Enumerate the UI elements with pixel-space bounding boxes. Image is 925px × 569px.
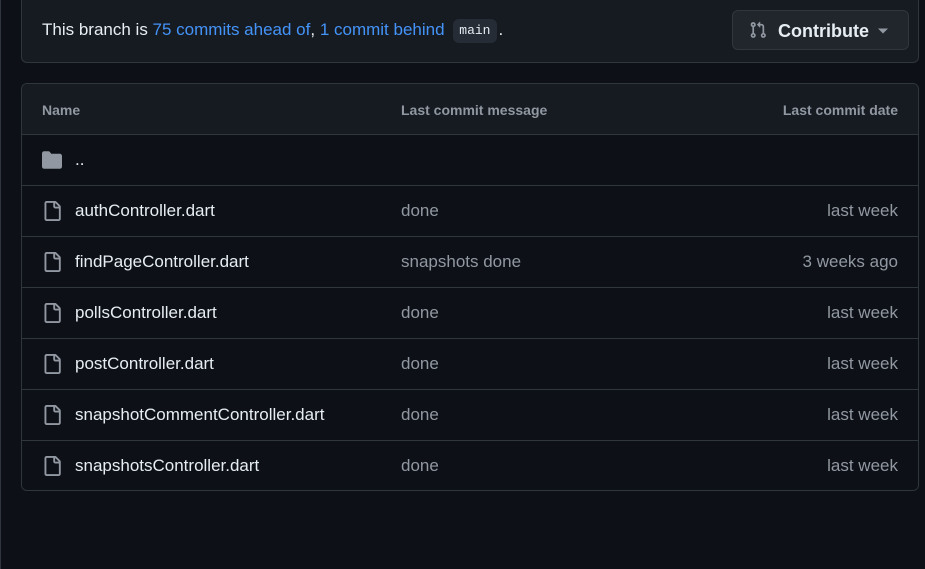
commit-message-link[interactable]: done: [401, 354, 439, 374]
branch-status-prefix: This branch is: [42, 20, 153, 39]
file-row[interactable]: snapshotCommentController.dart done last…: [22, 390, 918, 441]
file-name-link[interactable]: postController.dart: [75, 354, 214, 374]
git-pull-request-icon: [750, 21, 766, 38]
commits-behind-link[interactable]: 1 commit behind: [320, 20, 445, 39]
file-row[interactable]: snapshotsController.dart done last week: [22, 441, 918, 490]
file-name-link[interactable]: authController.dart: [75, 201, 215, 221]
commit-message-link[interactable]: done: [401, 456, 439, 476]
commits-ahead-link[interactable]: 75 commits ahead of: [153, 20, 311, 39]
file-row[interactable]: postController.dart done last week: [22, 339, 918, 390]
commit-date: last week: [827, 303, 898, 322]
file-icon: [44, 456, 61, 476]
page-left-border: [0, 0, 1, 569]
commit-message-link[interactable]: snapshots done: [401, 252, 521, 272]
file-name-link[interactable]: snapshotsController.dart: [75, 456, 259, 476]
commit-date: last week: [827, 201, 898, 220]
contribute-button[interactable]: Contribute: [732, 10, 909, 50]
file-name-link[interactable]: findPageController.dart: [75, 252, 249, 272]
folder-icon: [42, 151, 62, 169]
branch-status-suffix: .: [498, 20, 504, 39]
file-icon: [44, 354, 61, 374]
commit-message-link[interactable]: done: [401, 303, 439, 323]
column-header-name: Name: [42, 102, 81, 118]
table-header: Name Last commit message Last commit dat…: [22, 84, 918, 135]
branch-status-separator: ,: [310, 20, 320, 39]
commit-message-link[interactable]: done: [401, 405, 439, 425]
parent-directory-link[interactable]: ..: [75, 150, 84, 170]
file-name-link[interactable]: snapshotCommentController.dart: [75, 405, 324, 425]
commit-message-link[interactable]: done: [401, 201, 439, 221]
branch-status-banner: This branch is 75 commits ahead of, 1 co…: [21, 0, 919, 63]
file-row[interactable]: authController.dart done last week: [22, 186, 918, 237]
commit-date: last week: [827, 354, 898, 373]
column-header-last-commit-message: Last commit message: [401, 102, 548, 118]
file-icon: [44, 252, 61, 272]
column-header-last-commit-date: Last commit date: [782, 102, 898, 118]
file-row[interactable]: pollsController.dart done last week: [22, 288, 918, 339]
commit-date: 3 weeks ago: [802, 252, 898, 271]
commit-date: last week: [827, 405, 898, 424]
file-name-link[interactable]: pollsController.dart: [75, 303, 217, 323]
commit-date: last week: [827, 456, 898, 475]
base-branch-chip: main: [453, 19, 497, 43]
triangle-down-icon: [878, 28, 888, 34]
contribute-button-label: Contribute: [778, 21, 869, 41]
branch-status-text: This branch is 75 commits ahead of, 1 co…: [42, 19, 503, 43]
file-icon: [44, 405, 61, 425]
file-row[interactable]: findPageController.dart snapshots done 3…: [22, 237, 918, 288]
file-listing-table: Name Last commit message Last commit dat…: [21, 83, 919, 491]
file-icon: [44, 303, 61, 323]
file-icon: [44, 201, 61, 221]
parent-directory-row[interactable]: ..: [22, 135, 918, 186]
